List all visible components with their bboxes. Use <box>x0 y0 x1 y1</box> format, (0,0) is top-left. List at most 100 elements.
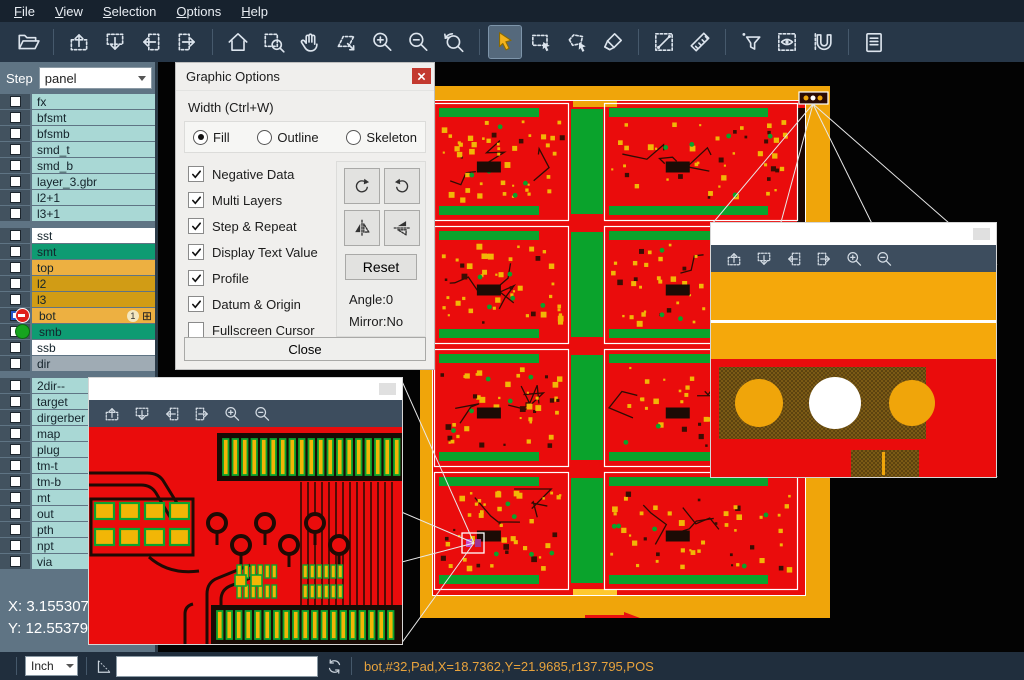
layer-row-bfsmt[interactable]: bfsmt <box>0 110 155 125</box>
radio-skeleton[interactable]: Skeleton <box>346 130 417 145</box>
tool-zoom-previous[interactable] <box>438 26 470 58</box>
layer-name[interactable]: ssb <box>32 340 155 355</box>
tool-pan-hand[interactable] <box>294 26 326 58</box>
layer-checkbox[interactable] <box>10 144 21 155</box>
menu-item-view[interactable]: View <box>45 2 93 21</box>
tool-select-rect[interactable] <box>525 26 557 58</box>
preview-window-1-titlebar[interactable] <box>89 378 402 400</box>
tool-home[interactable] <box>222 26 254 58</box>
tool-report[interactable] <box>858 26 890 58</box>
layer-checkbox[interactable] <box>10 540 21 551</box>
layer-checkbox[interactable] <box>10 412 21 423</box>
layer-row-fx[interactable]: fx <box>0 94 155 109</box>
window-button[interactable] <box>379 383 396 395</box>
layer-name[interactable]: smd_t <box>32 142 155 157</box>
layer-checkbox[interactable] <box>10 524 21 535</box>
layer-name[interactable]: bot1⊞ <box>32 308 155 323</box>
tool-pan-left[interactable] <box>135 26 167 58</box>
layer-row-l3+1[interactable]: l3+1 <box>0 206 155 221</box>
layer-checkbox[interactable] <box>10 230 21 241</box>
rotate-ccw-button[interactable] <box>384 168 420 204</box>
layer-row-smd_b[interactable]: smd_b <box>0 158 155 173</box>
rotate-cw-button[interactable] <box>344 168 380 204</box>
layer-row-bot[interactable]: bot1⊞ <box>0 308 155 323</box>
reset-button[interactable]: Reset <box>345 254 417 280</box>
layer-checkbox[interactable] <box>10 294 21 305</box>
layer-name[interactable]: l2+1 <box>32 190 155 205</box>
tool-zoom-out[interactable] <box>402 26 434 58</box>
layer-checkbox[interactable] <box>10 380 21 391</box>
layer-row-bfsmb[interactable]: bfsmb <box>0 126 155 141</box>
layer-name[interactable]: sst <box>32 228 155 243</box>
tool-pan-right[interactable] <box>171 26 203 58</box>
tool-pan-down[interactable] <box>752 247 776 271</box>
dialog-titlebar[interactable]: Graphic Options <box>176 63 434 91</box>
layer-row-smd_t[interactable]: smd_t <box>0 142 155 157</box>
layer-checkbox[interactable] <box>10 358 21 369</box>
menu-item-file[interactable]: File <box>4 2 45 21</box>
layer-row-l2+1[interactable]: l2+1 <box>0 190 155 205</box>
tool-pan-down[interactable] <box>99 26 131 58</box>
radio-outline[interactable]: Outline <box>257 130 318 145</box>
step-combobox[interactable]: panel <box>39 67 152 89</box>
mirror-h-button[interactable] <box>384 210 420 246</box>
layer-name[interactable]: layer_3.gbr <box>32 174 155 189</box>
tool-pan-left[interactable] <box>782 247 806 271</box>
layer-name[interactable]: smd_b <box>32 158 155 173</box>
layer-row-l3[interactable]: l3 <box>0 292 155 307</box>
tool-zoom-in[interactable] <box>842 247 866 271</box>
layer-checkbox[interactable] <box>10 192 21 203</box>
menu-item-selection[interactable]: Selection <box>93 2 166 21</box>
tool-zoom-out[interactable] <box>872 247 896 271</box>
layer-name[interactable]: l2 <box>32 276 155 291</box>
tool-pan-up[interactable] <box>100 402 124 426</box>
layer-checkbox[interactable] <box>10 508 21 519</box>
layer-checkbox[interactable] <box>10 342 21 353</box>
radio-fill[interactable]: Fill <box>193 130 230 145</box>
layer-name[interactable]: dir <box>32 356 155 371</box>
tool-zoom-window[interactable] <box>258 26 290 58</box>
tool-filter[interactable] <box>735 26 767 58</box>
layer-name[interactable]: smb <box>32 324 155 339</box>
refresh-icon[interactable] <box>326 658 343 675</box>
unit-combobox[interactable]: Inch <box>25 656 78 676</box>
layer-name[interactable]: bfsmt <box>32 110 155 125</box>
layer-checkbox[interactable] <box>10 556 21 567</box>
layer-checkbox[interactable] <box>10 444 21 455</box>
layer-name[interactable]: fx <box>32 94 155 109</box>
layer-checkbox[interactable] <box>10 208 21 219</box>
layer-checkbox[interactable] <box>10 160 21 171</box>
grid-icon[interactable]: ⊞ <box>142 310 152 322</box>
preview-window-2-titlebar[interactable] <box>711 223 996 245</box>
layer-checkbox[interactable] <box>10 492 21 503</box>
layer-checkbox[interactable] <box>10 476 21 487</box>
layer-checkbox[interactable] <box>10 112 21 123</box>
layer-name[interactable]: l3+1 <box>32 206 155 221</box>
tool-zoom-in[interactable] <box>366 26 398 58</box>
layer-row-smb[interactable]: smb <box>0 324 155 339</box>
tool-ruler[interactable] <box>684 26 716 58</box>
window-button[interactable] <box>973 228 990 240</box>
tool-pan-right[interactable] <box>190 402 214 426</box>
layer-row-ssb[interactable]: ssb <box>0 340 155 355</box>
tool-pan-left[interactable] <box>160 402 184 426</box>
tool-snap[interactable] <box>807 26 839 58</box>
close-button[interactable]: Close <box>184 337 426 361</box>
layer-checkbox[interactable] <box>10 396 21 407</box>
layer-row-l2[interactable]: l2 <box>0 276 155 291</box>
tool-pan-right[interactable] <box>812 247 836 271</box>
layer-row-top[interactable]: top <box>0 260 155 275</box>
layer-checkbox[interactable] <box>10 128 21 139</box>
layer-name[interactable]: smt <box>32 244 155 259</box>
layer-checkbox[interactable] <box>10 246 21 257</box>
tool-pan-down[interactable] <box>130 402 154 426</box>
layer-name[interactable]: top <box>32 260 155 275</box>
layer-name[interactable]: bfsmb <box>32 126 155 141</box>
preview-window-2-content[interactable] <box>711 272 996 477</box>
preview-window-1-content[interactable] <box>89 427 402 644</box>
tool-select-poly[interactable] <box>561 26 593 58</box>
layer-checkbox[interactable] <box>10 176 21 187</box>
angle-measure-icon[interactable] <box>95 658 112 675</box>
tool-zoom-out[interactable] <box>250 402 274 426</box>
layer-row-sst[interactable]: sst <box>0 228 155 243</box>
